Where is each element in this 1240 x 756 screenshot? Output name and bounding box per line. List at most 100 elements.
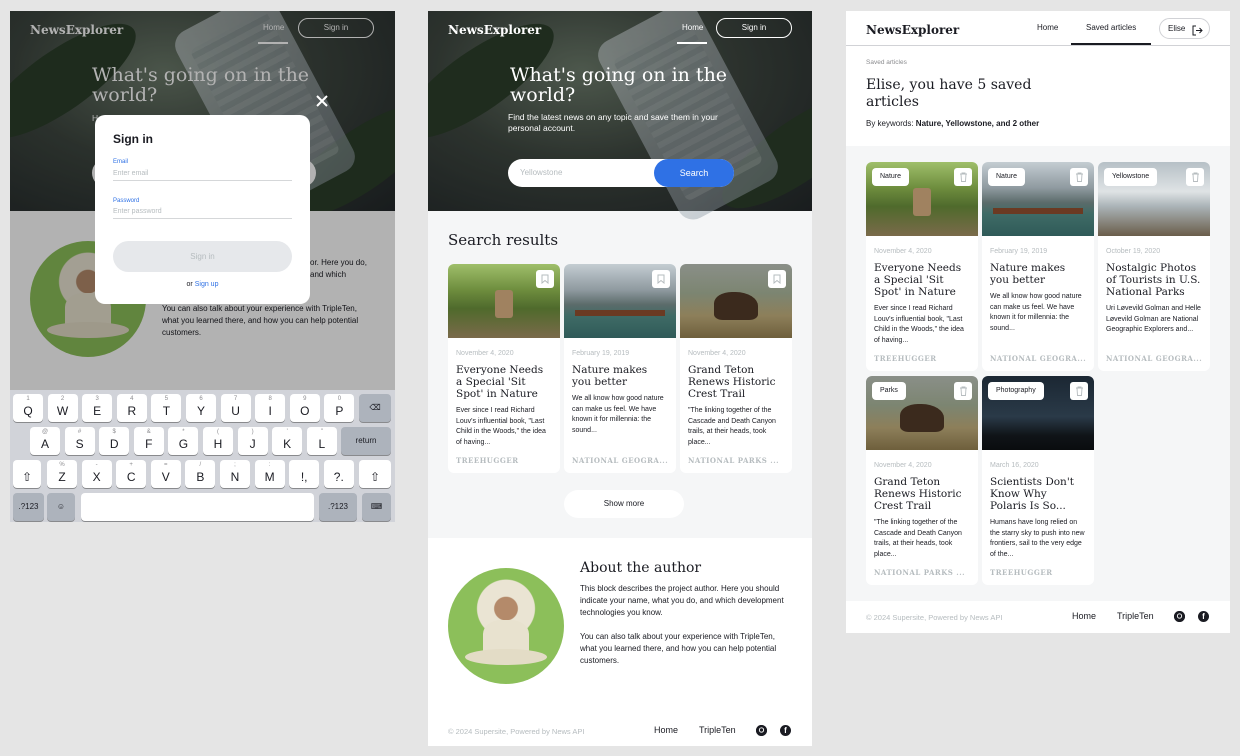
trash-icon[interactable] [1070,168,1088,186]
keyboard-dismiss-key[interactable]: ⌨ [362,493,391,521]
bookmark-icon[interactable] [652,270,670,288]
about-text-p1: This block describes the project author.… [580,584,784,617]
key-0[interactable]: % Z [47,460,77,488]
frame-signin-modal: NewsExplorer Home Sign in What's going o… [10,11,395,522]
article-title: Grand Teton Renews Historic Crest Trail [874,476,962,512]
nav-home[interactable]: Home [1037,23,1058,32]
article-card[interactable]: Yellowstone October 19, 2020 Nostalgic Pho… [1098,162,1210,371]
key-1[interactable]: -X [81,460,112,488]
key-i[interactable]: 8I [255,394,286,422]
space-key[interactable] [81,493,314,521]
github-icon[interactable] [756,725,767,736]
github-icon[interactable] [1174,611,1185,622]
article-source: TREEHUGGER [456,456,519,465]
key-s[interactable]: # S [64,427,95,455]
article-card[interactable]: November 4, 2020 Everyone Needs a Special… [448,264,560,473]
key-l[interactable]: " L [306,427,337,455]
numbers-key-left[interactable]: .?123 [13,493,44,521]
footer-home-link[interactable]: Home [654,725,678,735]
article-source: TREEHUGGER [874,354,937,363]
signup-link[interactable]: Sign up [195,281,219,288]
article-source: NATIONAL GEOGRA... [572,456,669,465]
article-card[interactable]: Parks November 4, 2020 Grand Teton Renews … [866,376,978,585]
key-u[interactable]: 7U [220,394,251,422]
nav-home-underline [677,42,707,44]
signin-modal: Sign in Email Enter email Password Enter… [95,115,310,304]
footer-home-link[interactable]: Home [1072,611,1096,621]
article-source: NATIONAL GEOGRA... [1106,354,1203,363]
key-o[interactable]: 9O [289,394,320,422]
trash-icon[interactable] [954,382,972,400]
article-card[interactable]: Nature February 19, 2019 Nature makes you … [982,162,1094,371]
footer-copyright: © 2024 Supersite, Powered by News API [866,613,1003,622]
nav-saved-articles[interactable]: Saved articles [1086,23,1136,32]
article-source: NATIONAL PARKS ... [688,456,780,465]
trash-icon[interactable] [1186,168,1204,186]
email-field[interactable]: Enter email [113,170,292,181]
article-date: March 16, 2020 [990,462,1039,469]
user-logout-button[interactable]: Elise [1159,18,1210,39]
article-text: "The linking together of the Cascade and… [688,407,776,447]
article-card[interactable]: Photography March 16, 2020 Scientists Don'… [982,376,1094,585]
nav-signin-button[interactable]: Sign in [716,18,792,38]
show-more-button[interactable]: Show more [564,490,684,518]
key-2[interactable]: + C [116,460,147,488]
key-y[interactable]: 6Y [186,394,216,422]
key-k[interactable]: ' K [272,427,303,455]
key-7[interactable]: !, [289,460,320,488]
facebook-icon[interactable]: f [1198,611,1209,622]
footer-tripleten-link[interactable]: TripleTen [1117,611,1154,621]
article-card[interactable]: November 4, 2020 Grand Teton Renews Histo… [680,264,792,473]
facebook-icon[interactable]: f [780,725,791,736]
footer-tripleten-link[interactable]: TripleTen [699,725,736,735]
article-card[interactable]: Nature November 4, 2020 Everyone Needs a S… [866,162,978,371]
key-j[interactable]: ) J [237,427,268,455]
key-w[interactable]: 2W [47,394,78,422]
trash-icon[interactable] [1070,382,1088,400]
key-r[interactable]: 4R [116,394,147,422]
keyword-tag: Yellowstone [1104,168,1158,186]
key-d[interactable]: $ D [99,427,130,455]
article-date: November 4, 2020 [688,350,746,357]
search-input[interactable]: Yellowstone [520,168,562,177]
hero-search-bar: Yellowstone Search [508,159,734,187]
key-8[interactable]: ?. [323,460,354,488]
password-field[interactable]: Enter password [113,208,292,219]
key-3[interactable]: = V [150,460,181,488]
bookmark-icon[interactable] [768,270,786,288]
saved-heading: Elise, you have 5 saved articles [866,77,1032,110]
modal-submit-button[interactable]: Sign in [113,241,292,272]
key-5[interactable]: ; N [220,460,250,488]
shift-key-right[interactable]: ⇧ [359,460,391,488]
brand-logo[interactable]: NewsExplorer [866,23,959,37]
article-title: Nostalgic Photos of Tourists in U.S. Nat… [1106,262,1201,298]
brand-logo[interactable]: NewsExplorer [448,23,541,37]
emoji-key[interactable]: ☺ [47,493,75,521]
key-t[interactable]: 5T [151,394,182,422]
key-f[interactable]: & F [133,427,164,455]
article-card[interactable]: February 19, 2019 Nature makes you better… [564,264,676,473]
article-title: Everyone Needs a Special 'Sit Spot' in N… [874,262,962,298]
key-4[interactable]: / B [185,460,216,488]
key-q[interactable]: 1Q [13,394,43,422]
about-section: About the author This block describes th… [428,538,812,746]
key-e[interactable]: 3E [82,394,113,422]
article-source: NATIONAL PARKS ... [874,568,966,577]
key-h[interactable]: (H [203,427,233,455]
return-key[interactable]: return [341,427,391,455]
article-date: October 19, 2020 [1106,248,1161,255]
backspace-key[interactable]: ⌫ [359,394,391,422]
bookmark-icon[interactable] [536,270,554,288]
close-icon[interactable] [315,94,329,108]
nav-home[interactable]: Home [682,23,703,32]
key-p[interactable]: 0P [324,394,355,422]
key-6[interactable]: :M [254,460,285,488]
trash-icon[interactable] [954,168,972,186]
search-button[interactable]: Search [654,159,734,187]
article-title: Nature makes you better [990,262,1066,286]
numbers-key-right[interactable]: .?123 [319,493,357,521]
key-g[interactable]: * G [168,427,199,455]
shift-key-left[interactable]: ⇧ [13,460,41,488]
keywords-prefix: By keywords: [866,119,916,128]
key-a[interactable]: @ A [30,427,60,455]
